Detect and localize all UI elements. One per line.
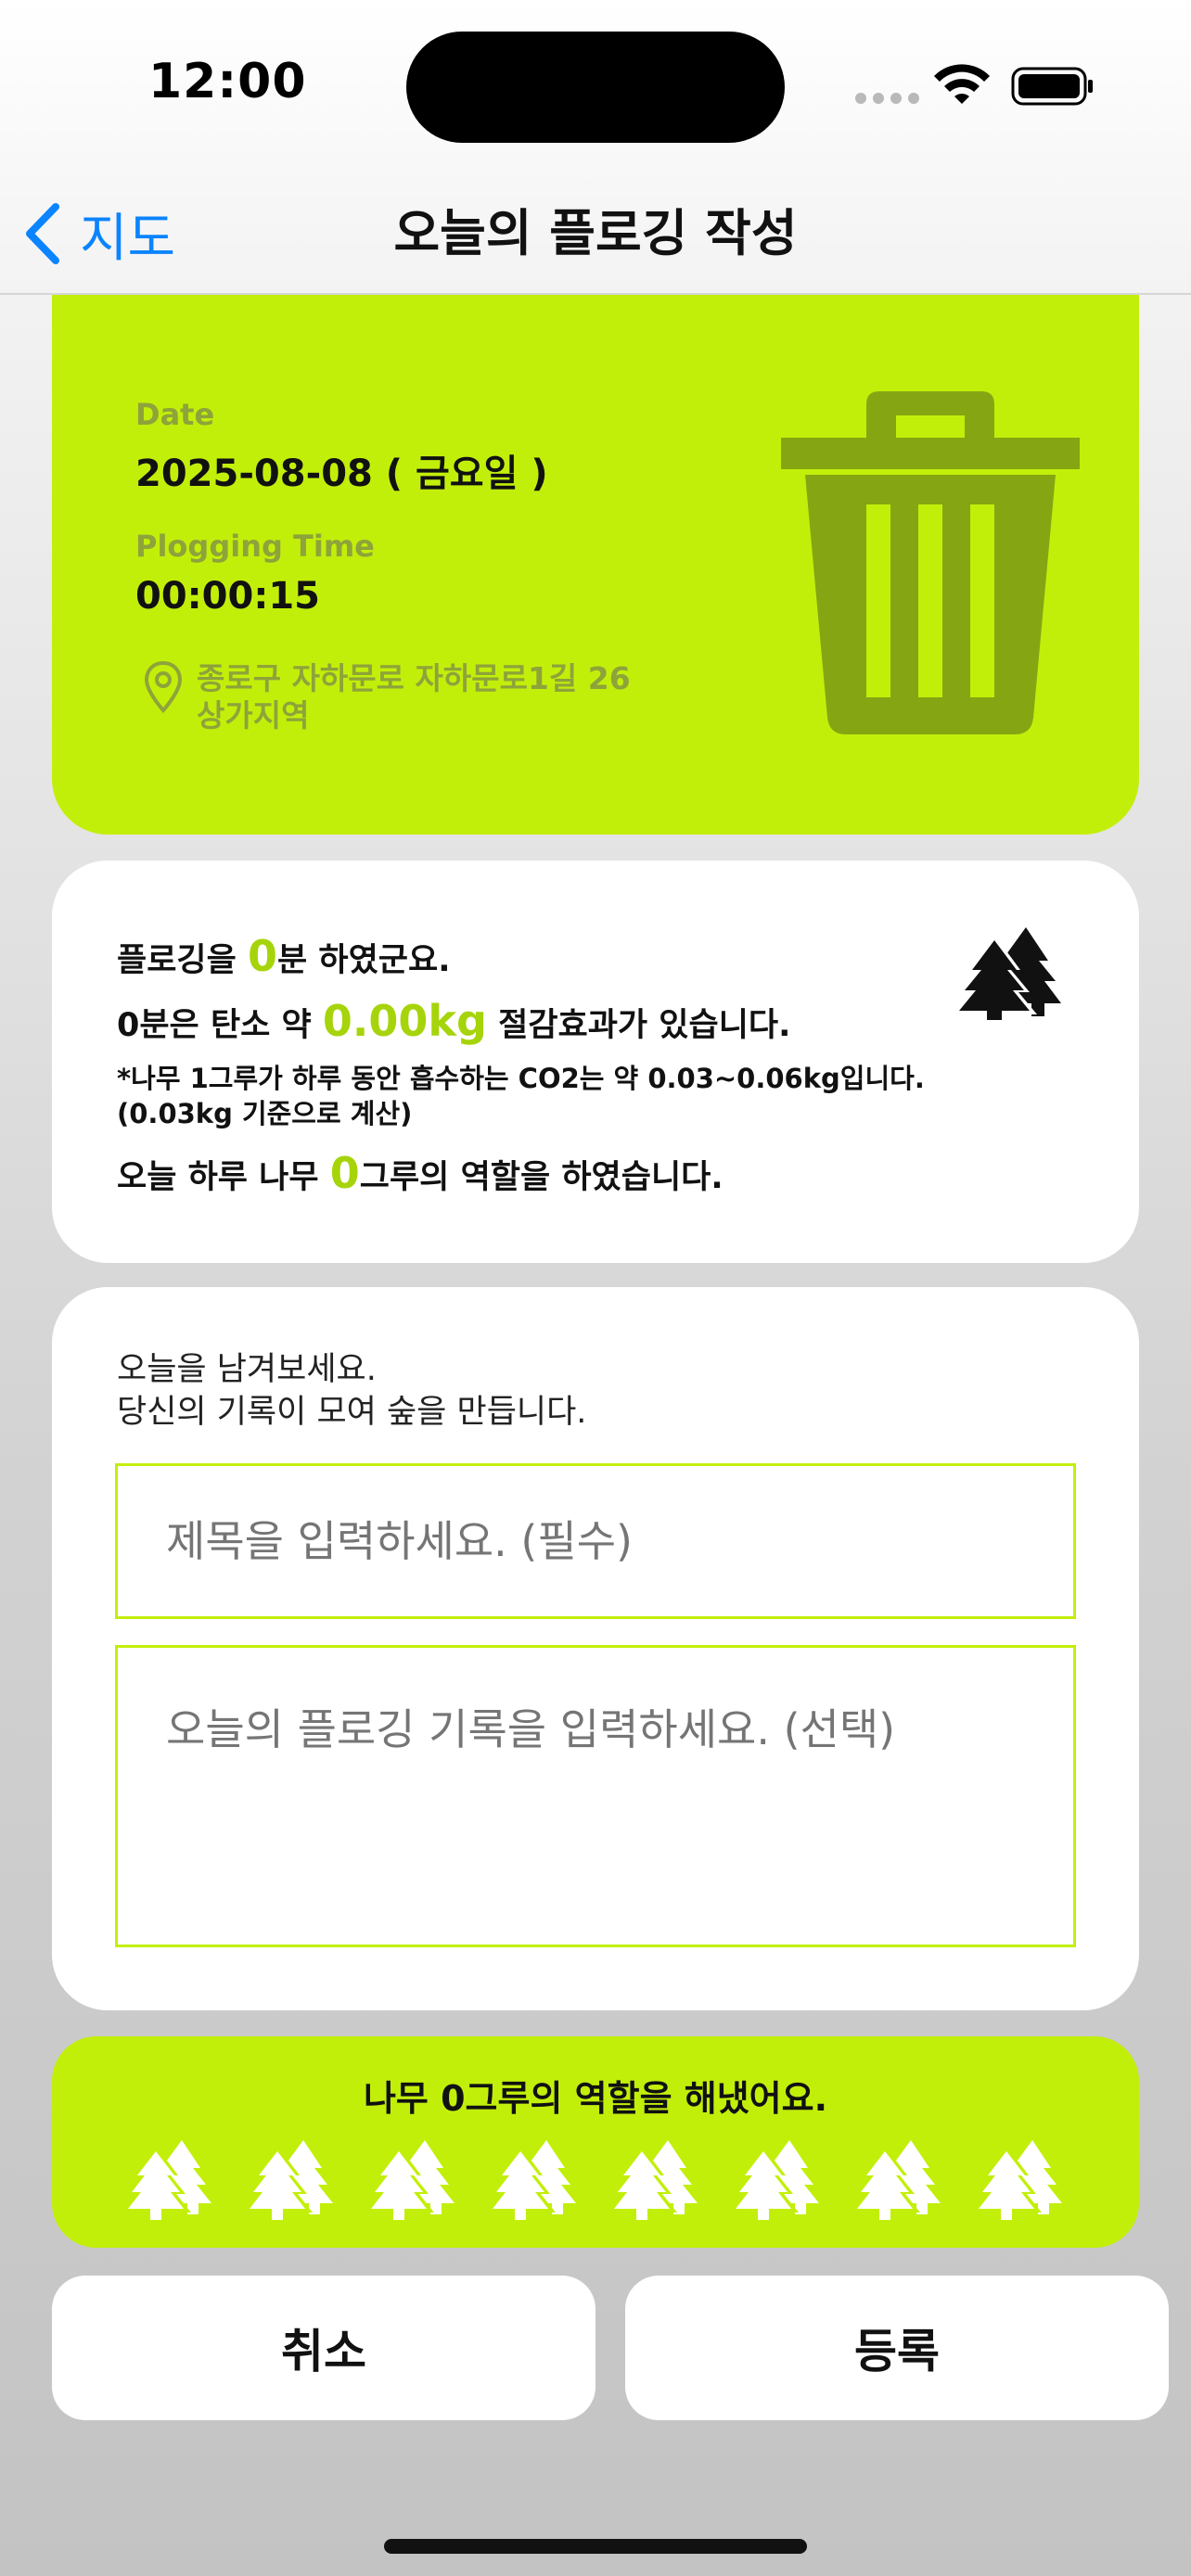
tree-icon <box>608 2140 698 2220</box>
duration-suffix: 분 하였군요. <box>277 942 451 979</box>
tree-role-prefix: 오늘 하루 나무 <box>117 1159 330 1196</box>
memo-card: 오늘을 남겨보세요. 당신의 기록이 모여 숲을 만듭니다. <box>52 1287 1139 2010</box>
time-value: 00:00:15 <box>135 575 320 618</box>
memo-intro-line2: 당신의 기록이 모여 숲을 만듭니다. <box>117 1394 587 1431</box>
tree-icon <box>487 2140 576 2220</box>
back-button-label: 지도 <box>80 208 176 269</box>
memo-intro-line1: 오늘을 남겨보세요. <box>117 1351 377 1388</box>
dynamic-island <box>406 32 785 143</box>
back-button[interactable]: 지도 <box>22 197 175 271</box>
date-label: Date <box>135 397 215 432</box>
home-indicator <box>384 2539 807 2554</box>
trees-icon <box>952 927 1061 1020</box>
status-time: 12:00 <box>148 54 307 109</box>
location-pin-icon <box>144 660 183 713</box>
tree-role-suffix: 그루의 역할을 하였습니다. <box>359 1159 724 1196</box>
trash-can-icon <box>781 391 1080 734</box>
chevron-left-icon <box>26 203 59 264</box>
record-textarea[interactable] <box>115 1645 1076 1947</box>
tree-icon <box>852 2140 941 2220</box>
duration-value: 0 <box>248 931 278 981</box>
title-input[interactable] <box>115 1463 1076 1619</box>
plogging-info-card: Date 2025-08-08 ( 금요일 ) Plogging Time 00… <box>52 295 1139 835</box>
address-line1: 종로구 자하문로 자하문로1길 26 <box>197 660 631 696</box>
date-value: 2025-08-08 ( 금요일 ) <box>135 453 548 495</box>
tree-title-suffix: 그루의 역할을 해냈어요. <box>465 2078 828 2119</box>
carbon-suffix: 절감효과가 있습니다. <box>486 1007 791 1044</box>
carbon-savings-card: 플로깅을 0분 하였군요. 0분은 탄소 약 0.00kg 절감효과가 있습니다… <box>52 861 1139 1263</box>
battery-icon <box>1011 67 1093 106</box>
carbon-value: 0.00kg <box>322 996 487 1046</box>
tree-icon <box>122 2140 211 2220</box>
submit-button[interactable]: 등록 <box>625 2276 1169 2420</box>
tree-role-value: 0 <box>329 1148 360 1198</box>
co2-note-line2: (0.03kg 기준으로 계산) <box>117 1098 413 1129</box>
tree-icon <box>244 2140 333 2220</box>
tree-role-title: 나무 0그루의 역할을 해냈어요. <box>52 2070 1139 2121</box>
tree-role-text: 오늘 하루 나무 0그루의 역할을 하였습니다. <box>117 1148 724 1198</box>
address-line2: 상가지역 <box>197 697 310 733</box>
duration-prefix: 플로깅을 <box>117 942 248 979</box>
cellular-signal-icon <box>855 93 919 104</box>
carbon-prefix: 0분은 탄소 약 <box>117 1007 323 1044</box>
co2-note-line1: *나무 1그루가 하루 동안 흡수하는 CO2는 약 0.03~0.06kg입니… <box>117 1063 925 1094</box>
time-label: Plogging Time <box>135 529 375 564</box>
tree-icon <box>365 2140 455 2220</box>
plogging-duration-text: 플로깅을 0분 하였군요. <box>117 931 451 981</box>
wifi-icon <box>934 64 990 104</box>
tree-icons-row <box>122 2140 1064 2220</box>
tree-title-prefix: 나무 <box>363 2078 442 2119</box>
page-title: 오늘의 플로깅 작성 <box>393 204 798 262</box>
carbon-reduction-text: 0분은 탄소 약 0.00kg 절감효과가 있습니다. <box>117 996 790 1046</box>
tree-icon <box>730 2140 819 2220</box>
tree-role-card: 나무 0그루의 역할을 해냈어요. <box>52 2036 1139 2248</box>
tree-title-value: 0 <box>441 2078 466 2119</box>
tree-icon <box>973 2140 1062 2220</box>
cancel-button[interactable]: 취소 <box>52 2276 596 2420</box>
